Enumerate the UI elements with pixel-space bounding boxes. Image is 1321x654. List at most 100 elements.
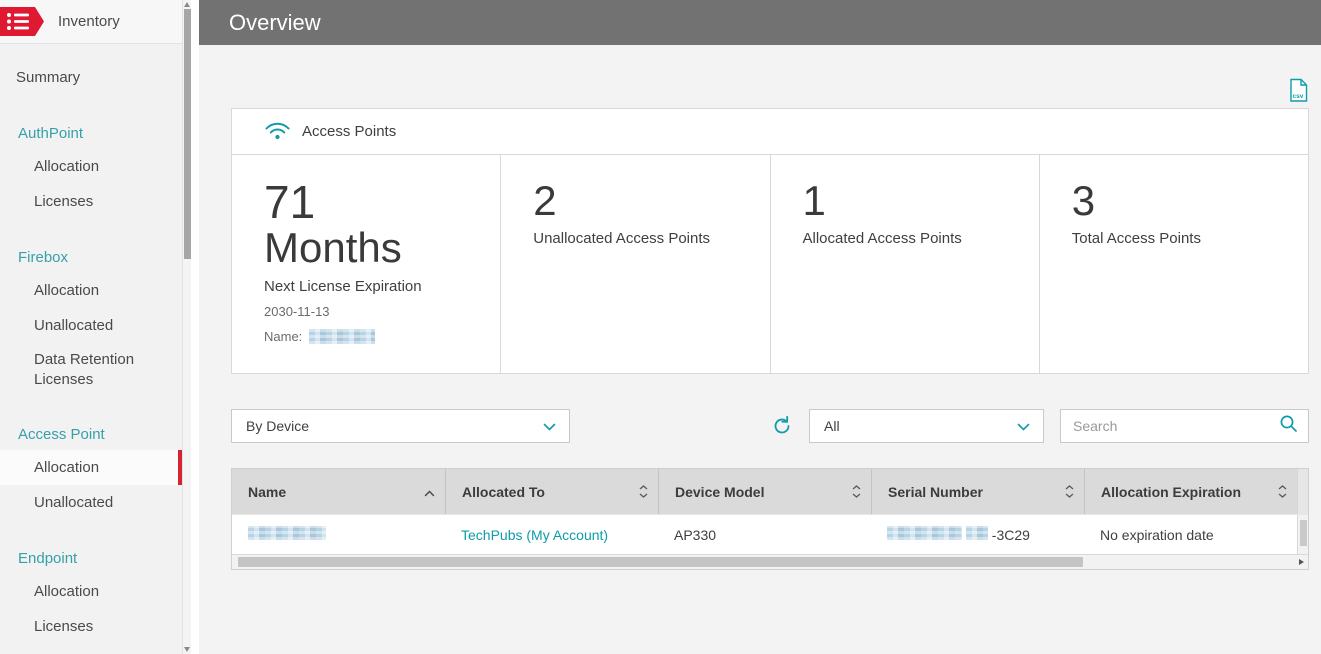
sidebar-item-endpoint-allocation[interactable]: Allocation bbox=[0, 574, 182, 609]
sidebar-item-label: Unallocated bbox=[34, 494, 114, 511]
sidebar-title: Inventory bbox=[58, 13, 120, 30]
column-header-device-model[interactable]: Device Model bbox=[658, 469, 871, 514]
stat-unit: Months bbox=[264, 224, 402, 271]
vertical-scrollbar-thumb[interactable] bbox=[1300, 520, 1307, 546]
table-header-row: Name Allocated To Device Model Serial Nu… bbox=[232, 469, 1308, 514]
table-vertical-scrollbar[interactable] bbox=[1297, 515, 1308, 554]
main-area: Overview csv Access Points 71 Months Nex… bbox=[199, 0, 1321, 654]
sidebar-section-endpoint: Endpoint bbox=[0, 542, 182, 574]
search-field bbox=[1060, 409, 1309, 443]
sidebar-item-label: Allocation bbox=[34, 459, 100, 476]
export-csv-icon[interactable]: csv bbox=[1288, 78, 1309, 103]
redacted-device-name bbox=[248, 526, 326, 540]
stat-value: 3 bbox=[1071, 177, 1096, 224]
horizontal-scrollbar-thumb[interactable] bbox=[238, 557, 1083, 567]
search-icon[interactable] bbox=[1279, 414, 1298, 438]
svg-text:csv: csv bbox=[1293, 93, 1304, 100]
table-horizontal-scrollbar[interactable] bbox=[232, 554, 1308, 569]
inventory-icon bbox=[0, 7, 44, 36]
chevron-down-icon bbox=[1017, 418, 1030, 434]
filter-select[interactable]: All bbox=[809, 409, 1044, 443]
serial-visible-suffix: -3C29 bbox=[991, 527, 1030, 543]
cell-serial-number: -3C29 bbox=[871, 526, 1084, 543]
sort-icon bbox=[852, 485, 861, 498]
sidebar-item-label: Licenses bbox=[34, 618, 94, 635]
stats-row: 71 Months Next License Expiration 2030-1… bbox=[232, 155, 1308, 373]
redacted-serial-part bbox=[965, 526, 988, 540]
refresh-icon[interactable] bbox=[771, 415, 793, 437]
sidebar-item-summary[interactable]: Summary bbox=[0, 60, 182, 95]
sidebar-section-access-point: Access Point bbox=[0, 418, 182, 450]
filter-value: All bbox=[824, 418, 840, 434]
stat-label: Total Access Points bbox=[1071, 230, 1201, 248]
stat-name-label: Name: bbox=[264, 329, 303, 345]
stat-allocated-access-points: 1 Allocated Access Points bbox=[771, 155, 1040, 373]
chevron-down-icon bbox=[543, 418, 556, 434]
sort-icon bbox=[1278, 485, 1287, 498]
column-label: Device Model bbox=[675, 483, 765, 500]
scroll-up-arrow-icon[interactable] bbox=[184, 2, 190, 7]
sidebar-section-authpoint: AuthPoint bbox=[0, 117, 182, 149]
search-input[interactable] bbox=[1073, 418, 1279, 434]
column-label: Serial Number bbox=[888, 483, 983, 500]
column-label: Name bbox=[248, 483, 287, 500]
scroll-right-arrow-icon[interactable] bbox=[1299, 559, 1304, 565]
stat-label: Allocated Access Points bbox=[802, 230, 962, 248]
stat-unallocated-access-points: 2 Unallocated Access Points bbox=[501, 155, 771, 373]
column-header-serial-number[interactable]: Serial Number bbox=[871, 469, 1084, 514]
stat-name-row: Name: bbox=[264, 329, 480, 345]
page-title: Overview bbox=[229, 9, 321, 35]
group-by-value: By Device bbox=[246, 418, 310, 434]
stat-value: 1 bbox=[802, 177, 826, 224]
cell-allocation-expiration: No expiration date bbox=[1100, 526, 1214, 543]
sidebar-item-endpoint-licenses[interactable]: Licenses bbox=[0, 609, 182, 644]
sidebar-scrollbar-thumb[interactable] bbox=[184, 9, 191, 259]
column-label: Allocation Expiration bbox=[1101, 483, 1242, 500]
sidebar-section-label: Firebox bbox=[18, 248, 69, 266]
stat-total-access-points: 3 Total Access Points bbox=[1040, 155, 1308, 373]
redacted-license-name bbox=[309, 329, 376, 345]
sidebar-item-label: Licenses bbox=[34, 193, 94, 210]
table-row[interactable]: TechPubs (My Account) AP330 -3C29 No exp… bbox=[232, 514, 1308, 554]
sidebar-item-label: Allocation bbox=[34, 282, 100, 299]
access-points-table: Name Allocated To Device Model Serial Nu… bbox=[231, 468, 1309, 570]
sidebar-item-label: Allocation bbox=[34, 158, 100, 175]
wifi-icon bbox=[264, 120, 291, 144]
sort-icon bbox=[1065, 485, 1074, 498]
sidebar-item-authpoint-allocation[interactable]: Allocation bbox=[0, 149, 182, 184]
sidebar: Inventory Summary AuthPoint Allocation L… bbox=[0, 0, 182, 654]
sidebar-section-label: Access Point bbox=[18, 425, 105, 443]
allocated-to-link[interactable]: TechPubs (My Account) bbox=[461, 527, 608, 543]
card-title: Access Points bbox=[302, 123, 397, 140]
stat-next-license-expiration: 71 Months Next License Expiration 2030-1… bbox=[232, 155, 502, 373]
sidebar-item-authpoint-licenses[interactable]: Licenses bbox=[0, 184, 182, 219]
sidebar-gap bbox=[191, 0, 199, 654]
redacted-serial-part bbox=[887, 526, 962, 540]
column-header-allocated-to[interactable]: Allocated To bbox=[445, 469, 658, 514]
sidebar-header: Inventory bbox=[0, 0, 182, 44]
cell-device-model: AP330 bbox=[674, 526, 717, 543]
sidebar-item-access-point-unallocated[interactable]: Unallocated bbox=[0, 485, 182, 520]
group-by-select[interactable]: By Device bbox=[231, 409, 570, 443]
stat-label: Next License Expiration bbox=[264, 278, 422, 296]
stat-value: 2 bbox=[533, 177, 557, 224]
stat-date: 2030-11-13 bbox=[264, 304, 330, 320]
sidebar-item-label: Allocation bbox=[34, 583, 100, 600]
column-header-allocation-expiration[interactable]: Allocation Expiration bbox=[1084, 469, 1297, 514]
sidebar-item-access-point-allocation[interactable]: Allocation bbox=[0, 450, 182, 485]
sort-asc-icon bbox=[424, 484, 435, 500]
column-label: Allocated To bbox=[462, 483, 545, 500]
page-header: Overview bbox=[199, 0, 1321, 45]
scroll-down-arrow-icon[interactable] bbox=[184, 647, 190, 652]
sidebar-item-data-retention-licenses[interactable]: Data Retention Licenses bbox=[0, 343, 182, 396]
export-row: csv bbox=[231, 45, 1309, 108]
sidebar-item-firebox-unallocated[interactable]: Unallocated bbox=[0, 308, 182, 343]
sidebar-scrollbar[interactable] bbox=[182, 0, 191, 654]
sort-icon bbox=[639, 485, 648, 498]
list-toolbar: By Device All bbox=[231, 409, 1309, 443]
sidebar-section-label: Endpoint bbox=[18, 549, 78, 567]
table-vertical-scrollbar[interactable] bbox=[1297, 469, 1308, 514]
column-header-name[interactable]: Name bbox=[232, 469, 445, 514]
sidebar-item-label: Data Retention Licenses bbox=[34, 351, 135, 388]
sidebar-item-firebox-allocation[interactable]: Allocation bbox=[0, 273, 182, 308]
